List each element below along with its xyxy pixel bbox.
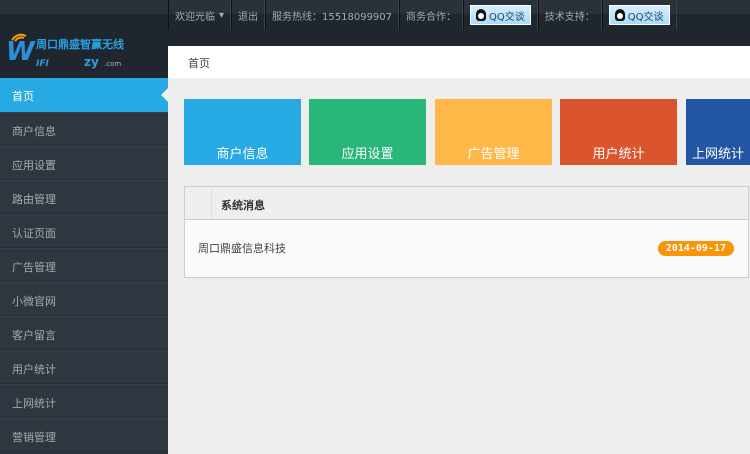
qq-penguin-icon bbox=[476, 9, 487, 21]
tile-ads[interactable]: 广告管理 bbox=[435, 99, 552, 165]
sidebar-item-net-stats[interactable]: 上网统计 bbox=[0, 384, 168, 418]
tile-app-settings[interactable]: 应用设置 bbox=[309, 99, 426, 165]
support-label: 技术支持： bbox=[537, 0, 602, 30]
logout-link[interactable]: 退出 bbox=[231, 0, 266, 30]
sidebar-item-router[interactable]: 路由管理 bbox=[0, 180, 168, 214]
sidebar-item-ads[interactable]: 广告管理 bbox=[0, 248, 168, 282]
main-content: 商户信息 应用设置 广告管理 用户统计 上网统计 系统消息 周口鼎盛信息科技 2… bbox=[168, 78, 750, 454]
date-badge: 2014-09-17 bbox=[657, 240, 734, 256]
sidebar-item-merchant[interactable]: 商户信息 bbox=[0, 112, 168, 146]
caret-down-icon: ▾ bbox=[219, 9, 225, 21]
breadcrumb[interactable]: 首页 bbox=[168, 46, 750, 78]
svg-text:周口鼎盛智赢无线: 周口鼎盛智赢无线 bbox=[36, 37, 124, 51]
sidebar-item-home[interactable]: 首页 bbox=[0, 78, 168, 112]
top-nav: 欢迎光临 ▾ 退出 服务热线：15518099907 商务合作： QQ交谈 技术支… bbox=[168, 0, 677, 30]
qq-penguin-icon bbox=[614, 9, 625, 21]
qq-support: QQ交谈 bbox=[601, 0, 677, 30]
svg-text:zy: zy bbox=[84, 55, 99, 69]
tile-merchant[interactable]: 商户信息 bbox=[184, 99, 301, 165]
logo: W 周口鼎盛智赢无线 IFI zy .com bbox=[6, 33, 124, 69]
qq-chat-button[interactable]: QQ交谈 bbox=[470, 5, 531, 25]
sidebar-item-user-stats[interactable]: 用户统计 bbox=[0, 350, 168, 384]
sidebar-item-messages[interactable]: 客户留言 bbox=[0, 316, 168, 350]
sidebar-item-auth-page[interactable]: 认证页面 bbox=[0, 214, 168, 248]
sidebar-item-app-settings[interactable]: 应用设置 bbox=[0, 146, 168, 180]
panel-icon bbox=[185, 187, 212, 219]
qq-chat-button[interactable]: QQ交谈 bbox=[608, 5, 670, 25]
svg-text:IFI: IFI bbox=[36, 59, 49, 69]
message-row[interactable]: 周口鼎盛信息科技 2014-09-17 bbox=[185, 220, 748, 256]
welcome-label: 欢迎光临 bbox=[175, 11, 215, 23]
hotline: 服务热线：15518099907 bbox=[265, 0, 400, 30]
business-label: 商务合作： bbox=[399, 0, 464, 30]
sidebar-item-marketing[interactable]: 营销管理 bbox=[0, 418, 168, 452]
qq-business: QQ交谈 bbox=[463, 0, 538, 30]
welcome-menu[interactable]: 欢迎光临 ▾ bbox=[168, 0, 232, 30]
svg-text:.com: .com bbox=[104, 60, 121, 68]
tile-net-stats[interactable]: 上网统计 bbox=[686, 99, 750, 165]
tile-user-stats[interactable]: 用户统计 bbox=[560, 99, 677, 165]
sidebar-item-micro-site[interactable]: 小微官网 bbox=[0, 282, 168, 316]
qq-label: QQ交谈 bbox=[489, 11, 525, 23]
system-messages-panel: 系统消息 周口鼎盛信息科技 2014-09-17 bbox=[184, 186, 749, 278]
panel-title: 系统消息 bbox=[221, 199, 265, 212]
message-text: 周口鼎盛信息科技 bbox=[198, 242, 286, 255]
svg-text:W: W bbox=[6, 37, 36, 67]
qq-label: QQ交谈 bbox=[627, 11, 664, 23]
sidebar: 首页 商户信息 应用设置 路由管理 认证页面 广告管理 小微官网 客户留言 用户… bbox=[0, 78, 168, 454]
